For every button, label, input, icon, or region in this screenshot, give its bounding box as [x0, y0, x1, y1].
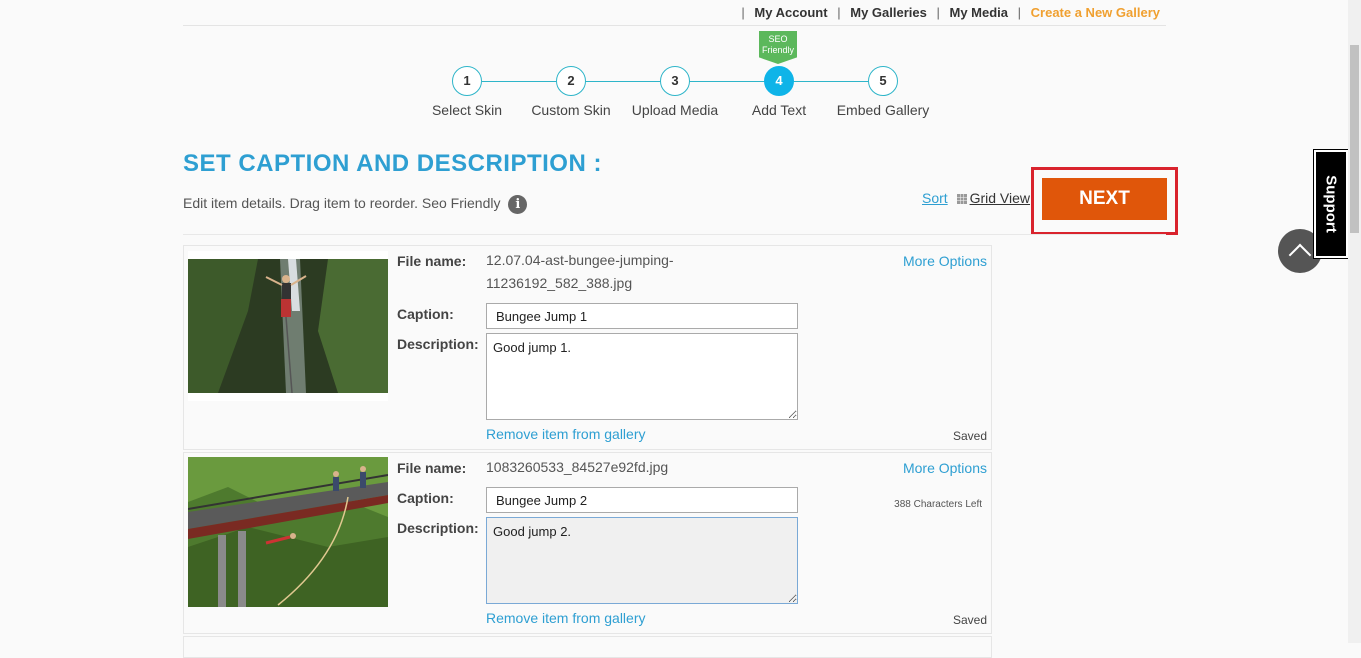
description-label: Description: — [397, 520, 479, 536]
gallery-item[interactable]: File name: 1083260533_84527e92fd.jpg Mor… — [183, 452, 992, 634]
step-custom-skin[interactable]: 2 Custom Skin — [511, 66, 631, 118]
step-embed-gallery[interactable]: 5 Embed Gallery — [823, 66, 943, 118]
grid-icon — [956, 194, 967, 205]
characters-left: 388 Characters Left — [894, 499, 982, 510]
caption-label: Caption: — [397, 490, 454, 506]
step-add-text[interactable]: 4 Add Text — [719, 66, 839, 118]
item-thumbnail-image — [188, 251, 388, 401]
gallery-item[interactable]: File name: 12.07.04-ast-bungee-jumping-1… — [183, 245, 992, 450]
step-number: 5 — [868, 66, 898, 96]
caption-label: Caption: — [397, 306, 454, 322]
progress-steps: SEO Friendly 1 Select Skin 2 Custom Skin… — [0, 0, 1361, 130]
description-textarea[interactable]: Good jump 2. — [486, 517, 798, 604]
next-button-highlight: NEXT — [1031, 167, 1178, 235]
description-label: Description: — [397, 336, 479, 352]
step-number: 3 — [660, 66, 690, 96]
scrollbar[interactable] — [1348, 0, 1361, 643]
file-name-value: 12.07.04-ast-bungee-jumping-11236192_582… — [486, 252, 674, 291]
gallery-item[interactable] — [183, 636, 992, 658]
view-controls: Sort Grid View — [922, 190, 1030, 206]
step-label: Custom Skin — [531, 102, 611, 118]
page-title: SET CAPTION AND DESCRIPTION : — [183, 150, 602, 177]
more-options-link[interactable]: More Options — [903, 460, 987, 476]
step-select-skin[interactable]: 1 Select Skin — [407, 66, 527, 118]
caption-input[interactable] — [486, 303, 798, 329]
step-label: Embed Gallery — [836, 102, 930, 118]
instructions-text: Edit item details. Drag item to reorder.… — [183, 195, 501, 212]
divider — [183, 234, 1166, 235]
support-tab[interactable]: Support — [1313, 149, 1349, 259]
more-options-link[interactable]: More Options — [903, 253, 987, 269]
file-name-value: 1083260533_84527e92fd.jpg — [486, 459, 669, 475]
scrollbar-thumb[interactable] — [1350, 45, 1359, 233]
caption-input[interactable] — [486, 487, 798, 513]
step-label: Upload Media — [631, 102, 719, 118]
description-textarea[interactable]: Good jump 1. — [486, 333, 798, 420]
info-icon[interactable]: i — [508, 195, 528, 214]
saved-status: Saved — [952, 429, 987, 443]
step-upload-media[interactable]: 3 Upload Media — [615, 66, 735, 118]
item-thumbnail-image — [188, 457, 388, 607]
sort-link[interactable]: Sort — [922, 190, 948, 206]
support-label: Support — [1322, 175, 1340, 233]
remove-item-link[interactable]: Remove item from gallery — [486, 610, 646, 626]
step-label: Select Skin — [431, 102, 503, 118]
next-button[interactable]: NEXT — [1042, 178, 1167, 220]
file-name-label: File name: — [397, 253, 467, 269]
step-number: 2 — [556, 66, 586, 96]
step-number: 4 — [764, 66, 794, 96]
file-name-label: File name: — [397, 460, 467, 476]
step-number: 1 — [452, 66, 482, 96]
instructions: Edit item details. Drag item to reorder.… — [183, 195, 528, 214]
saved-status: Saved — [952, 613, 987, 627]
remove-item-link[interactable]: Remove item from gallery — [486, 426, 646, 442]
step-label: Add Text — [751, 102, 807, 118]
seo-friendly-flag: SEO Friendly — [759, 31, 797, 64]
grid-view-link[interactable]: Grid View — [970, 190, 1030, 206]
